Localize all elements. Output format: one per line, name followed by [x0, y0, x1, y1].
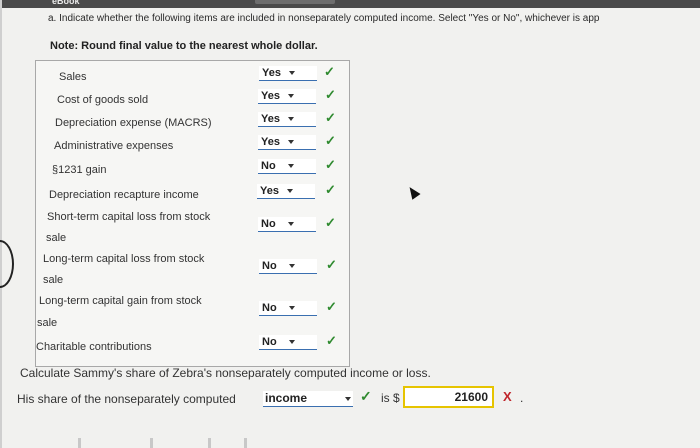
incorrect-x-icon: X — [503, 389, 512, 404]
bottom-decoration — [78, 438, 248, 448]
select-value: Yes — [261, 90, 280, 102]
item-label: Long-term capital gain from stock — [39, 295, 202, 307]
item-label: §1231 gain — [52, 164, 107, 176]
item-label-continued: sale — [37, 317, 58, 329]
income-loss-select[interactable]: income — [263, 391, 353, 407]
items-table: Sales Yes ✓ Cost of goods sold Yes ✓ Dep… — [35, 60, 350, 367]
chevron-down-icon — [345, 397, 351, 401]
chevron-down-icon — [288, 164, 294, 168]
chevron-down-icon — [289, 340, 295, 344]
item-label: Depreciation recapture income — [49, 189, 199, 201]
yes-no-select[interactable]: No — [258, 159, 316, 174]
ebook-label[interactable]: eBook — [52, 0, 80, 6]
chevron-down-icon — [288, 140, 294, 144]
sentence-period: . — [520, 391, 524, 405]
chevron-down-icon — [289, 264, 295, 268]
chevron-down-icon — [289, 71, 295, 75]
mouse-cursor-icon — [405, 184, 421, 200]
top-tab[interactable] — [255, 0, 335, 4]
select-value: No — [262, 302, 277, 314]
check-icon: ✓ — [325, 215, 336, 230]
yes-no-select[interactable]: No — [258, 217, 316, 232]
select-value: Yes — [260, 185, 279, 197]
item-label: Depreciation expense (MACRS) — [55, 117, 212, 129]
yes-no-select[interactable]: No — [259, 259, 317, 274]
check-icon: ✓ — [326, 257, 337, 272]
select-value: Yes — [261, 136, 280, 148]
check-icon: ✓ — [324, 64, 335, 79]
yes-no-select[interactable]: No — [259, 335, 317, 350]
select-value: income — [265, 391, 308, 405]
item-label-continued: sale — [46, 232, 67, 244]
yes-no-select[interactable]: Yes — [258, 89, 316, 104]
side-nav-button[interactable] — [0, 240, 14, 288]
yes-no-select[interactable]: Yes — [258, 135, 316, 150]
is-dollar-label: is $ — [381, 391, 400, 405]
rounding-note: Note: Round final value to the nearest w… — [50, 40, 318, 52]
yes-no-select[interactable]: No — [259, 301, 317, 316]
calc-prompt: Calculate Sammy's share of Zebra's nonse… — [20, 366, 431, 380]
check-icon: ✓ — [360, 388, 372, 404]
select-value: Yes — [261, 113, 280, 125]
item-label: Cost of goods sold — [57, 94, 149, 106]
left-border — [0, 0, 2, 448]
chevron-down-icon — [287, 189, 293, 193]
item-label: Charitable contributions — [36, 341, 152, 353]
item-label: Short-term capital loss from stock — [47, 211, 211, 223]
select-value: No — [262, 336, 277, 348]
item-label: Sales — [59, 71, 87, 83]
chevron-down-icon — [289, 306, 295, 310]
check-icon: ✓ — [325, 182, 336, 197]
select-value: No — [261, 218, 276, 230]
select-value: No — [261, 160, 276, 172]
select-value: No — [262, 260, 277, 272]
item-label: Long-term capital loss from stock — [43, 253, 205, 265]
answer-input[interactable]: 21600 — [403, 386, 494, 408]
check-icon: ✓ — [325, 157, 336, 172]
check-icon: ✓ — [325, 87, 336, 102]
share-prefix: His share of the nonseparately computed — [17, 392, 236, 406]
chevron-down-icon — [288, 94, 294, 98]
instructions: a. Indicate whether the following items … — [48, 13, 600, 24]
check-icon: ✓ — [326, 333, 337, 348]
yes-no-select[interactable]: Yes — [259, 66, 317, 81]
check-icon: ✓ — [325, 133, 336, 148]
yes-no-select[interactable]: Yes — [258, 112, 316, 127]
yes-no-select[interactable]: Yes — [257, 184, 315, 199]
item-label-continued: sale — [43, 274, 64, 286]
item-label: Administrative expenses — [54, 140, 174, 152]
chevron-down-icon — [288, 222, 294, 226]
select-value: Yes — [262, 67, 281, 79]
check-icon: ✓ — [325, 110, 336, 125]
check-icon: ✓ — [326, 299, 337, 314]
chevron-down-icon — [288, 117, 294, 121]
top-bar: eBook — [0, 0, 700, 8]
